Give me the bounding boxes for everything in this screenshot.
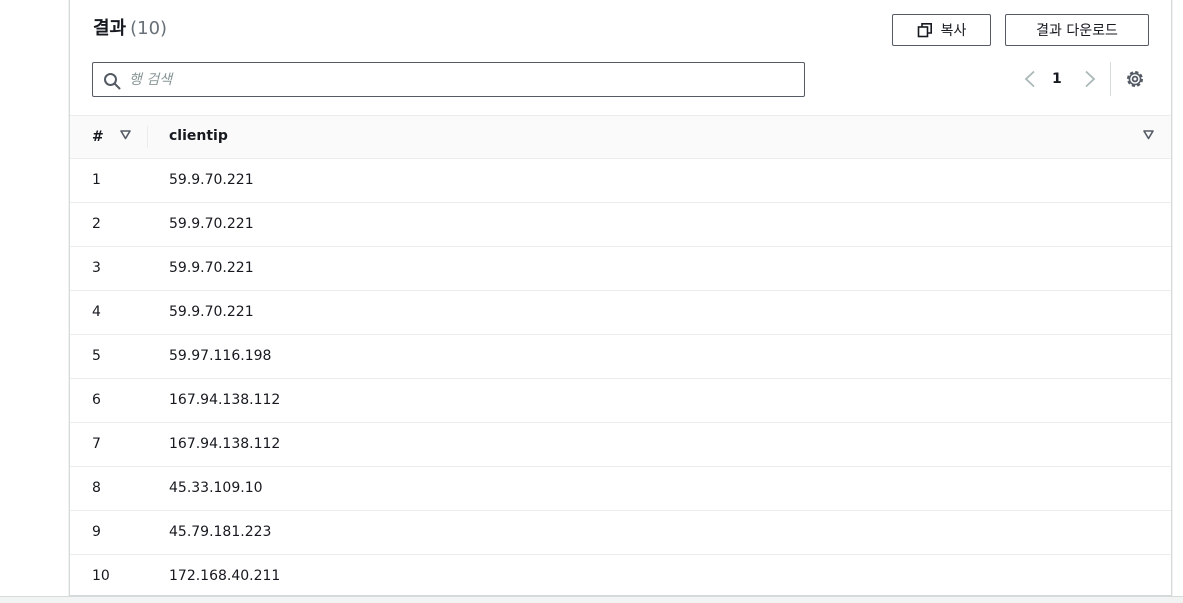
next-page-button[interactable] bbox=[1081, 66, 1099, 92]
row-number: 5 bbox=[92, 348, 101, 364]
table-row: 2 59.9.70.221 bbox=[70, 203, 1171, 247]
search-input[interactable] bbox=[129, 63, 789, 96]
chevron-right-icon bbox=[1085, 70, 1096, 88]
search-icon bbox=[103, 72, 121, 90]
row-number: 8 bbox=[92, 480, 101, 496]
column-header-number: # bbox=[92, 129, 104, 145]
table-row: 5 59.97.116.198 bbox=[70, 335, 1171, 379]
download-button-label: 결과 다운로드 bbox=[1036, 23, 1118, 39]
table-row: 3 59.9.70.221 bbox=[70, 247, 1171, 291]
table-row: 1 59.9.70.221 bbox=[70, 159, 1171, 203]
copy-button[interactable]: 복사 bbox=[892, 14, 991, 46]
search-box[interactable] bbox=[92, 62, 805, 97]
chevron-left-icon bbox=[1024, 70, 1035, 88]
table-row: 4 59.9.70.221 bbox=[70, 291, 1171, 335]
row-number: 10 bbox=[92, 568, 110, 584]
row-number: 9 bbox=[92, 524, 101, 540]
row-number: 1 bbox=[92, 172, 101, 188]
clientip-cell: 59.97.116.198 bbox=[169, 348, 272, 364]
table-row: 6 167.94.138.112 bbox=[70, 379, 1171, 423]
sort-triangle-icon[interactable] bbox=[120, 130, 131, 140]
pager-divider bbox=[1110, 62, 1111, 96]
gear-icon bbox=[1127, 71, 1143, 87]
table-row: 9 45.79.181.223 bbox=[70, 511, 1171, 555]
sort-triangle-icon[interactable] bbox=[1143, 130, 1154, 140]
table-row: 8 45.33.109.10 bbox=[70, 467, 1171, 511]
clientip-cell: 59.9.70.221 bbox=[169, 172, 254, 188]
row-number: 4 bbox=[92, 304, 101, 320]
current-page-number[interactable]: 1 bbox=[1052, 71, 1062, 87]
row-number: 2 bbox=[92, 216, 101, 232]
download-results-button[interactable]: 결과 다운로드 bbox=[1005, 14, 1149, 46]
row-number: 6 bbox=[92, 392, 101, 408]
clientip-cell: 59.9.70.221 bbox=[169, 216, 254, 232]
column-divider[interactable] bbox=[147, 126, 148, 148]
settings-button[interactable] bbox=[1125, 69, 1145, 89]
results-title-text: 결과 bbox=[93, 18, 127, 39]
row-number: 3 bbox=[92, 260, 101, 276]
results-panel: 결과(10) 복사 결과 다운로드 1 bbox=[69, 0, 1172, 599]
table-row: 10 172.168.40.211 bbox=[70, 555, 1171, 599]
clientip-cell: 59.9.70.221 bbox=[169, 260, 254, 276]
table-body: 1 59.9.70.221 2 59.9.70.221 3 59.9.70.221 4 59.… bbox=[70, 159, 1171, 599]
results-count: (10) bbox=[130, 18, 168, 39]
clientip-cell: 167.94.138.112 bbox=[169, 392, 281, 408]
copy-icon bbox=[917, 22, 933, 38]
previous-page-button[interactable] bbox=[1021, 66, 1039, 92]
clientip-cell: 59.9.70.221 bbox=[169, 304, 254, 320]
row-number: 7 bbox=[92, 436, 101, 452]
clientip-cell: 45.79.181.223 bbox=[169, 524, 272, 540]
clientip-cell: 167.94.138.112 bbox=[169, 436, 281, 452]
table-row: 7 167.94.138.112 bbox=[70, 423, 1171, 467]
clientip-cell: 45.33.109.10 bbox=[169, 480, 263, 496]
table-header: # clientip bbox=[70, 115, 1171, 159]
column-header-clientip[interactable]: clientip bbox=[169, 128, 228, 144]
results-table: # clientip 1 59.9.70.221 2 59.9.70.221 3 59.9… bbox=[70, 115, 1171, 599]
copy-button-label: 복사 bbox=[940, 23, 967, 39]
clientip-cell: 172.168.40.211 bbox=[169, 568, 281, 584]
results-title: 결과 (10) bbox=[93, 14, 167, 40]
